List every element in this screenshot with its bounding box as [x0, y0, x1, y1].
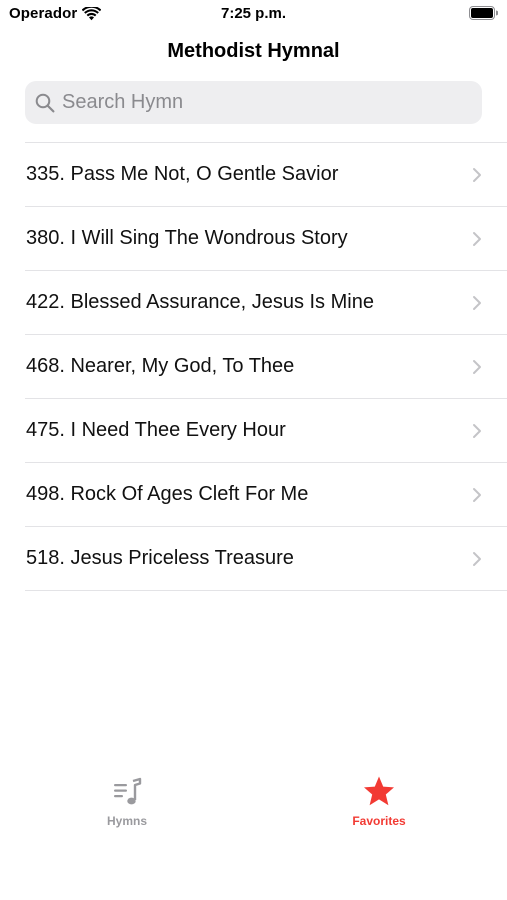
- list-item[interactable]: 498. Rock Of Ages Cleft For Me: [25, 463, 507, 527]
- list-item[interactable]: 468. Nearer, My God, To Thee: [25, 335, 507, 399]
- tab-favorites[interactable]: Favorites: [319, 775, 439, 828]
- chevron-right-icon: [473, 551, 481, 566]
- list-item[interactable]: 518. Jesus Priceless Treasure: [25, 527, 507, 591]
- hymn-title: 518. Jesus Priceless Treasure: [26, 547, 294, 569]
- battery-icon: [469, 6, 498, 20]
- tab-label: Favorites: [352, 814, 406, 828]
- tab-label: Hymns: [106, 814, 147, 828]
- hymn-title: 422. Blessed Assurance, Jesus Is Mine: [26, 291, 374, 313]
- list-item[interactable]: 380. I Will Sing The Wondrous Story: [25, 207, 507, 271]
- hymn-title: 498. Rock Of Ages Cleft For Me: [26, 483, 309, 505]
- hymnal-screen: Operador 7:25 p.m. Methodist Hymnal 335.…: [0, 0, 507, 900]
- hymn-title: 380. I Will Sing The Wondrous Story: [26, 227, 348, 249]
- music-list-icon: [114, 777, 142, 805]
- chevron-right-icon: [473, 359, 481, 374]
- chevron-right-icon: [473, 231, 481, 246]
- page-title: Methodist Hymnal: [167, 40, 340, 62]
- search-bar[interactable]: [25, 81, 482, 124]
- chevron-right-icon: [473, 295, 481, 310]
- list-item[interactable]: 335. Pass Me Not, O Gentle Savior: [25, 143, 507, 207]
- status-bar: Operador 7:25 p.m.: [0, 0, 507, 28]
- chevron-right-icon: [473, 167, 481, 182]
- star-icon: [364, 776, 394, 806]
- hymn-title: 475. I Need Thee Every Hour: [26, 419, 286, 441]
- chevron-right-icon: [473, 423, 481, 438]
- hymn-title: 335. Pass Me Not, O Gentle Savior: [26, 163, 339, 185]
- search-input[interactable]: [62, 91, 462, 114]
- hymn-list: 335. Pass Me Not, O Gentle Savior 380. I…: [25, 142, 507, 591]
- hymn-title: 468. Nearer, My God, To Thee: [26, 355, 295, 377]
- status-time: 7:25 p.m.: [220, 5, 287, 22]
- tab-hymns[interactable]: Hymns: [67, 775, 187, 828]
- list-item[interactable]: 422. Blessed Assurance, Jesus Is Mine: [25, 271, 507, 335]
- search-icon: [35, 93, 55, 112]
- list-item[interactable]: 475. I Need Thee Every Hour: [25, 399, 507, 463]
- chevron-right-icon: [473, 487, 481, 502]
